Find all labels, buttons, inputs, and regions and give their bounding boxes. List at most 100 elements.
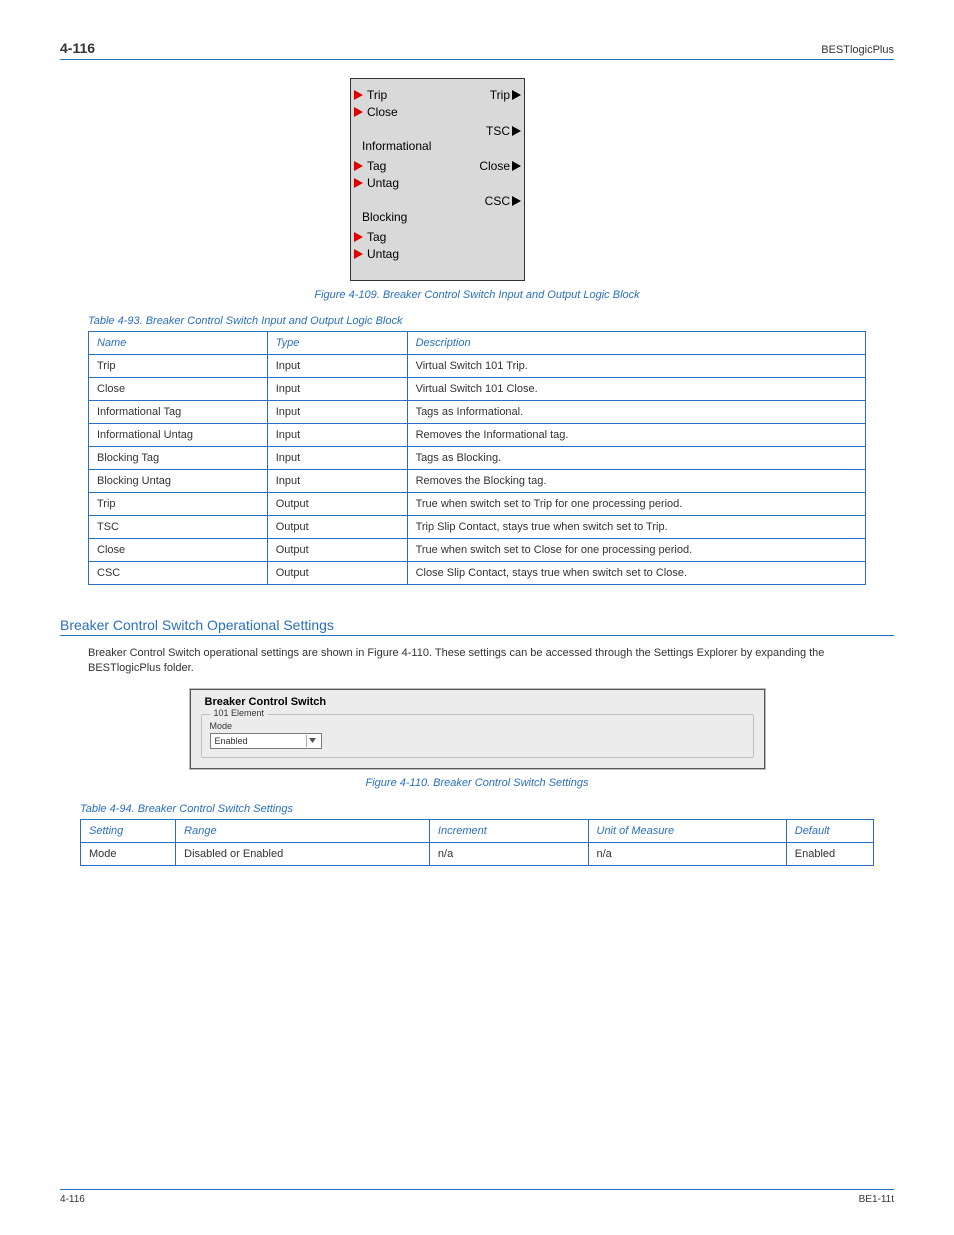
chapter-title: BESTlogicPlus: [821, 44, 894, 56]
t2-head-4: Default: [786, 819, 873, 842]
t1-cell: Input: [267, 470, 407, 493]
table-row: Mode Disabled or Enabled n/a n/a Enabled: [81, 842, 874, 865]
table-row: Informational UntagInputRemoves the Info…: [89, 424, 866, 447]
t1-cell: Trip: [89, 493, 268, 516]
table-caption-94: Table 4-94. Breaker Control Switch Setti…: [80, 803, 894, 815]
t1-cell: Close: [89, 539, 268, 562]
output-arrow-icon: [512, 196, 521, 206]
section-informational: Informational: [362, 139, 431, 153]
io-table: Name Type Description TripInputVirtual S…: [88, 331, 866, 585]
t1-cell: Input: [267, 378, 407, 401]
input-arrow-icon: [354, 249, 363, 259]
table-row: TripOutputTrue when switch set to Trip f…: [89, 493, 866, 516]
t2-head-3: Unit of Measure: [588, 819, 786, 842]
t2-cell: n/a: [588, 842, 786, 865]
t1-cell: Output: [267, 516, 407, 539]
t1-cell: Trip: [89, 355, 268, 378]
table-row: CloseOutputTrue when switch set to Close…: [89, 539, 866, 562]
t1-cell: Blocking Untag: [89, 470, 268, 493]
mode-select[interactable]: Enabled: [210, 733, 322, 749]
t2-head-1: Range: [176, 819, 430, 842]
out-csc-label: CSC: [485, 194, 510, 208]
table-row: TripInputVirtual Switch 101 Trip.: [89, 355, 866, 378]
out-trip-label: Trip: [490, 88, 510, 102]
t1-cell: Informational Untag: [89, 424, 268, 447]
t1-head-type: Type: [267, 332, 407, 355]
fieldset-legend: 101 Element: [210, 708, 269, 718]
t1-cell: Tags as Informational.: [407, 401, 865, 424]
t2-cell: Disabled or Enabled: [176, 842, 430, 865]
t1-cell: Virtual Switch 101 Close.: [407, 378, 865, 401]
table-row: Blocking UntagInputRemoves the Blocking …: [89, 470, 866, 493]
t1-cell: Input: [267, 401, 407, 424]
input-arrow-icon: [354, 107, 363, 117]
footer-page: 4-116: [60, 1194, 85, 1205]
t1-head-desc: Description: [407, 332, 865, 355]
input-arrow-icon: [354, 161, 363, 171]
footer-doc: BE1-11t: [859, 1194, 894, 1205]
out-tsc-label: TSC: [486, 124, 510, 138]
out-close-label: Close: [479, 159, 510, 173]
mode-label: Mode: [210, 721, 745, 731]
operational-settings-text: Breaker Control Switch operational setti…: [88, 646, 866, 677]
t1-cell: CSC: [89, 562, 268, 585]
input-arrow-icon: [354, 90, 363, 100]
t1-cell: Tags as Blocking.: [407, 447, 865, 470]
t1-cell: Informational Tag: [89, 401, 268, 424]
breaker-switch-diagram: Trip Trip Close TSC: [350, 78, 525, 281]
output-arrow-icon: [512, 161, 521, 171]
in-tag-block-label: Tag: [367, 230, 386, 244]
table-row: Informational TagInputTags as Informatio…: [89, 401, 866, 424]
input-arrow-icon: [354, 232, 363, 242]
in-tag-info-label: Tag: [367, 159, 386, 173]
t2-cell: Mode: [81, 842, 176, 865]
t1-cell: Input: [267, 447, 407, 470]
t1-cell: Blocking Tag: [89, 447, 268, 470]
figure-caption-109: Figure 4-109. Breaker Control Switch Inp…: [60, 289, 894, 301]
t2-cell: n/a: [429, 842, 588, 865]
t1-head-name: Name: [89, 332, 268, 355]
page-header: 4-116 BESTlogicPlus: [60, 40, 894, 60]
t1-cell: Close Slip Contact, stays true when swit…: [407, 562, 865, 585]
in-trip-label: Trip: [367, 88, 387, 102]
t1-cell: Removes the Blocking tag.: [407, 470, 865, 493]
t1-cell: Output: [267, 493, 407, 516]
table-row: Blocking TagInputTags as Blocking.: [89, 447, 866, 470]
t1-cell: Close: [89, 378, 268, 401]
t2-cell: Enabled: [786, 842, 873, 865]
table-row: TSCOutputTrip Slip Contact, stays true w…: [89, 516, 866, 539]
t1-cell: Virtual Switch 101 Trip.: [407, 355, 865, 378]
t1-cell: True when switch set to Trip for one pro…: [407, 493, 865, 516]
table-row: CloseInputVirtual Switch 101 Close.: [89, 378, 866, 401]
table-row: CSCOutputClose Slip Contact, stays true …: [89, 562, 866, 585]
in-untag-info-label: Untag: [367, 176, 399, 190]
operational-settings-heading: Breaker Control Switch Operational Setti…: [60, 617, 894, 636]
output-arrow-icon: [512, 126, 521, 136]
input-arrow-icon: [354, 178, 363, 188]
t1-cell: Input: [267, 424, 407, 447]
figure-caption-110: Figure 4-110. Breaker Control Switch Set…: [60, 777, 894, 789]
chevron-down-icon: [306, 735, 319, 747]
settings-table: Setting Range Increment Unit of Measure …: [80, 819, 874, 866]
t1-cell: Output: [267, 539, 407, 562]
in-untag-block-label: Untag: [367, 247, 399, 261]
t1-cell: Removes the Informational tag.: [407, 424, 865, 447]
t1-cell: True when switch set to Close for one pr…: [407, 539, 865, 562]
t2-head-2: Increment: [429, 819, 588, 842]
page-footer: 4-116 BE1-11t: [60, 1189, 894, 1205]
table-caption-93: Table 4-93. Breaker Control Switch Input…: [88, 315, 894, 327]
settings-screenshot: Breaker Control Switch 101 Element Mode …: [190, 689, 765, 769]
t1-cell: Output: [267, 562, 407, 585]
section-blocking: Blocking: [362, 210, 407, 224]
t1-cell: TSC: [89, 516, 268, 539]
t1-cell: Input: [267, 355, 407, 378]
panel-title: Breaker Control Switch: [201, 696, 754, 708]
t1-cell: Trip Slip Contact, stays true when switc…: [407, 516, 865, 539]
t2-head-0: Setting: [81, 819, 176, 842]
in-close-label: Close: [367, 105, 398, 119]
output-arrow-icon: [512, 90, 521, 100]
mode-select-value: Enabled: [215, 736, 248, 746]
chapter-number: 4-116: [60, 40, 95, 56]
diagram-container: Trip Trip Close TSC: [350, 78, 894, 281]
element-fieldset: 101 Element Mode Enabled: [201, 714, 754, 758]
